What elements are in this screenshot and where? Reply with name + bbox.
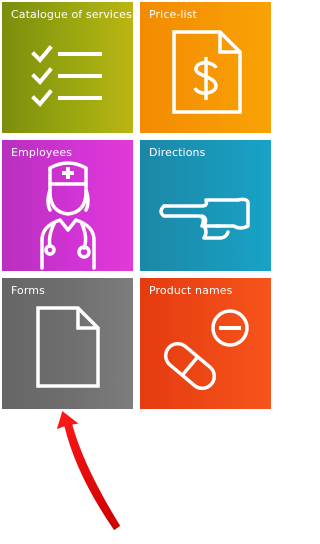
nurse-icon (40, 161, 96, 270)
red-curved-arrow-icon (55, 409, 122, 532)
tile-directions[interactable]: Directions (140, 140, 271, 271)
tile-price-list[interactable]: Price-list (140, 2, 271, 133)
tile-employees[interactable]: Employees (2, 140, 133, 271)
checklist-icon (31, 45, 102, 107)
tile-product-names[interactable]: Product names (140, 278, 271, 409)
pills-icon (163, 309, 249, 391)
tile-catalogue-of-services[interactable]: Catalogue of services (2, 2, 133, 133)
tile-forms[interactable]: Forms (2, 278, 133, 409)
blank-document-icon (36, 306, 100, 388)
dollar-document-icon (172, 30, 242, 114)
pointing-hand-icon (159, 197, 250, 240)
